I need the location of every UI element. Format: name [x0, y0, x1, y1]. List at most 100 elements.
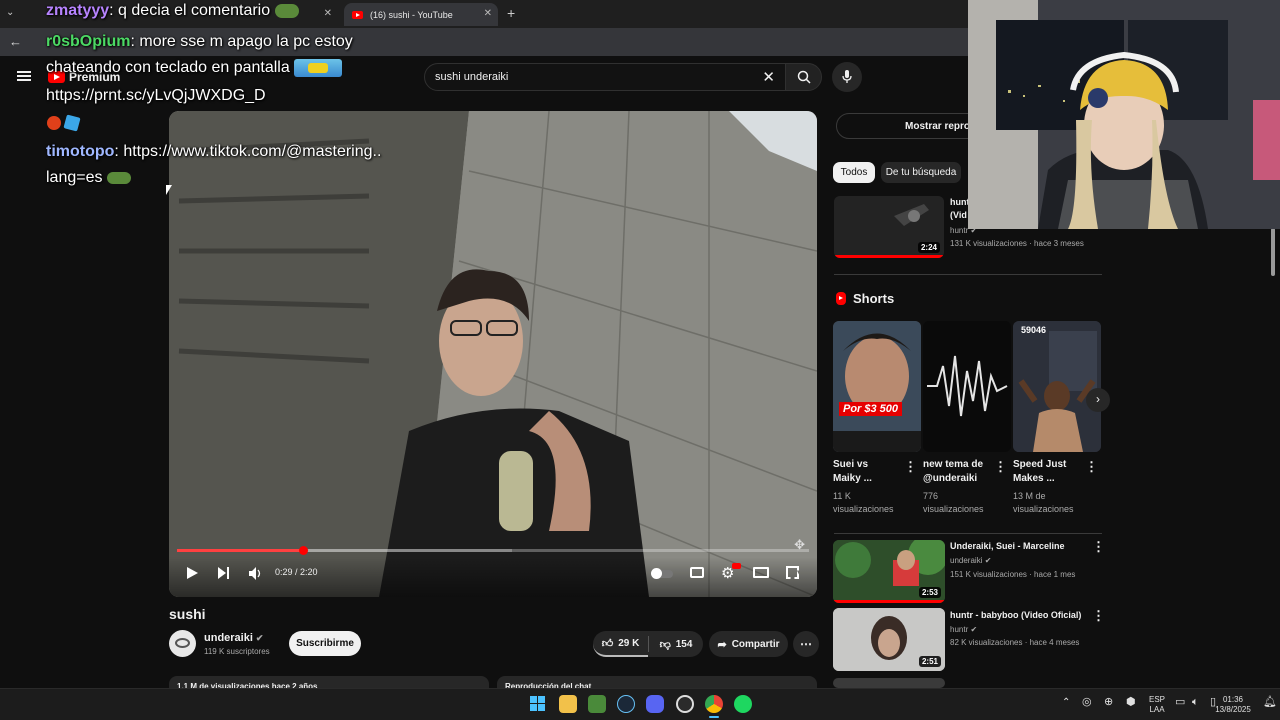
short-overlay-text: 59046 — [1021, 325, 1047, 335]
video-title-2[interactable]: huntr - babyboo (Video Oficial) — [950, 608, 1081, 622]
video-thumbnail-2[interactable]: 2:51 — [833, 608, 945, 671]
channel-avatar[interactable] — [169, 630, 196, 657]
like-count: 29 K — [618, 637, 640, 649]
fullscreen-icon[interactable] — [786, 566, 799, 579]
search-query-text: sushi underaiki — [435, 71, 509, 83]
show-replay-label: Mostrar reprod — [905, 120, 977, 132]
show-hidden-icons-chevron[interactable]: ⌃ — [1062, 698, 1070, 708]
red-ball-emote-icon — [47, 116, 61, 130]
video-more-icon[interactable]: ⋮ — [1092, 540, 1105, 553]
search-icon — [797, 70, 811, 84]
volume-icon[interactable] — [249, 567, 263, 580]
hd-badge — [732, 563, 741, 569]
chat-message-4-cont: lang=es — [46, 169, 131, 187]
windows-start-icon[interactable] — [530, 696, 545, 711]
shorts-next-button[interactable]: › — [1086, 388, 1110, 412]
car-emote-icon — [294, 59, 343, 77]
spotify-icon[interactable] — [734, 695, 752, 713]
channel-name-text: underaiki — [204, 632, 253, 644]
next-icon[interactable] — [218, 567, 230, 579]
video-more-icon[interactable]: ⋮ — [1092, 609, 1105, 622]
tab-list-chevron-icon[interactable]: ⌄ — [6, 7, 14, 18]
obs-icon[interactable] — [676, 695, 694, 713]
short-title-2[interactable]: new tema de @underaiki — [923, 458, 989, 486]
video-title-1[interactable]: Underaiki, Suei - Marceline — [950, 539, 1065, 553]
tab-youtube-sushi[interactable]: (16) sushi - YouTube ✕ — [344, 3, 498, 26]
tab-title: (16) sushi - YouTube — [370, 9, 453, 20]
language-variant: LAA — [1149, 705, 1165, 714]
chip-de-tu-busqueda[interactable]: De tu búsqueda — [881, 162, 961, 183]
share-button[interactable]: ➦ Compartir — [709, 631, 788, 657]
chrome-icon[interactable] — [705, 695, 723, 713]
watched-bar — [833, 600, 945, 603]
verified-check-icon: ✔ — [970, 625, 978, 634]
play-icon[interactable] — [187, 567, 198, 579]
search-input[interactable]: sushi underaiki ✕ — [424, 63, 786, 91]
share-label: Compartir — [731, 638, 780, 650]
back-arrow-icon[interactable]: ← — [9, 34, 22, 49]
like-button[interactable]: 👍︎ 29 K — [593, 631, 648, 657]
tray-app-icon[interactable]: ◎ — [1082, 697, 1092, 708]
video-player[interactable]: ✥ 0:29 / 2:20 ⚙ — [169, 111, 817, 597]
short-more-icon[interactable]: ⋮ — [994, 460, 1007, 473]
taskbar-clock[interactable]: 01:36 13/8/2025 — [1212, 695, 1254, 715]
chat-username: timotopo — [46, 143, 115, 160]
tray-shield-icon[interactable]: ⬢ — [1126, 697, 1136, 708]
shorts-heading: Shorts — [853, 291, 895, 306]
top-video-title[interactable]: hunt (Vid — [950, 196, 968, 222]
short-more-icon[interactable]: ⋮ — [904, 460, 917, 473]
new-tab-button[interactable]: + — [507, 5, 515, 21]
theater-mode-icon[interactable] — [753, 567, 769, 578]
share-arrow-icon: ➦ — [717, 638, 727, 651]
subscribe-button[interactable]: Suscribirme — [289, 631, 361, 656]
divider — [834, 533, 1102, 534]
video-duration: 2:53 — [918, 587, 941, 598]
watched-bar — [834, 255, 944, 258]
input-language[interactable]: ESP LAA — [1148, 695, 1166, 715]
short-thumbnail-2[interactable] — [923, 321, 1011, 452]
file-explorer-icon[interactable] — [559, 695, 577, 713]
webcam-overlay — [968, 0, 1280, 229]
tray-app-icon[interactable]: ⊕ — [1104, 697, 1113, 708]
channel-name[interactable]: underaiki ✔ — [204, 632, 263, 644]
close-tab-icon[interactable]: ✕ — [484, 8, 492, 19]
short-more-icon[interactable]: ⋮ — [1085, 460, 1098, 473]
chat-text: : https://www.tiktok.com/@mastering.. — [114, 143, 382, 160]
network-icon[interactable]: ▭ — [1175, 697, 1185, 708]
media-app-icon[interactable] — [588, 695, 606, 713]
frog-emote-icon — [274, 3, 299, 18]
notification-bell-icon[interactable]: 🔔︎ — [1263, 697, 1277, 708]
menu-icon[interactable] — [17, 71, 31, 81]
voice-search-button[interactable] — [832, 62, 862, 92]
page-scrollbar-thumb[interactable] — [1271, 228, 1275, 276]
autoplay-toggle[interactable] — [651, 568, 673, 579]
clear-search-icon[interactable]: ✕ — [762, 68, 775, 86]
video-thumbnail-1[interactable]: 2:53 — [833, 540, 945, 603]
short-views-2: 776 visualizaciones — [923, 491, 984, 514]
language-code: ESP — [1148, 695, 1165, 704]
chat-username: r0sbOpium — [46, 33, 131, 50]
channel-text: underaiki — [950, 556, 983, 565]
speaker-icon[interactable]: 🔈︎ — [1192, 697, 1199, 708]
short-title-1[interactable]: Suei vs Maiky ... — [833, 458, 895, 486]
chip-todos[interactable]: Todos — [833, 162, 875, 183]
short-title-3[interactable]: Speed Just Makes ... — [1013, 458, 1083, 486]
video-thumbnail-3[interactable] — [833, 678, 945, 688]
chat-text: https://prnt.sc/yLvQjJWXDG_D — [46, 87, 266, 104]
more-actions-button[interactable]: ⋯ — [793, 631, 819, 657]
thumbnail-art — [833, 321, 921, 452]
top-video-thumbnail[interactable]: 2:24 — [834, 196, 944, 258]
short-thumbnail-1[interactable]: Por $3 500 — [833, 321, 921, 452]
search-button[interactable] — [785, 63, 822, 91]
close-tab-icon[interactable]: ✕ — [324, 8, 332, 19]
short-thumbnail-3[interactable]: 59046 — [1013, 321, 1101, 452]
steam-icon[interactable] — [617, 695, 635, 713]
chat-message-1: zmatyyy: q decia el comentario — [46, 2, 299, 20]
page-scrollbar-track[interactable] — [1271, 228, 1277, 688]
like-dislike-group: 👍︎ 29 K 👎︎ 154 — [593, 631, 703, 657]
chat-username: zmatyyy — [46, 2, 110, 19]
subtitles-icon[interactable] — [690, 567, 704, 578]
discord-icon[interactable] — [646, 695, 664, 713]
dislike-button[interactable]: 👎︎ 154 — [649, 631, 703, 657]
progress-bar-track[interactable] — [177, 549, 809, 552]
